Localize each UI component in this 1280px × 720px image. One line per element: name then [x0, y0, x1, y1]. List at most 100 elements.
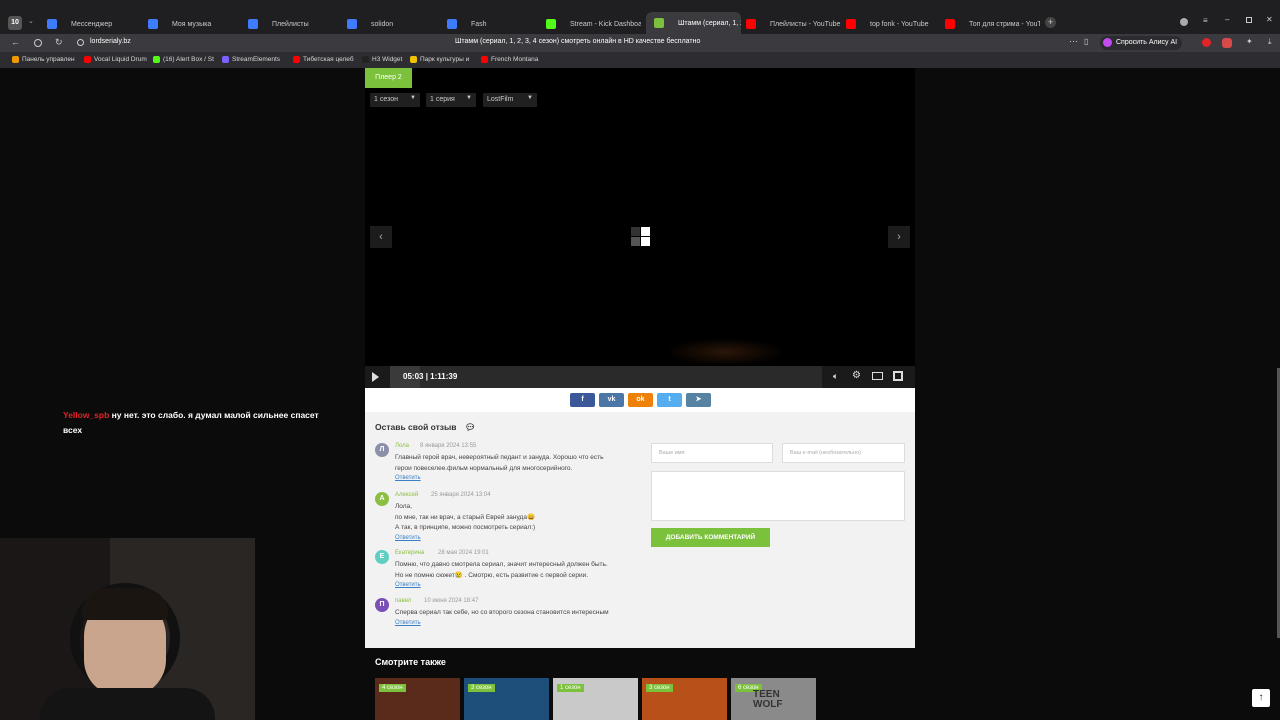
loading-spinner-icon	[630, 226, 652, 248]
url-field[interactable]: lordserialy.bz	[90, 38, 131, 45]
comments-section: Оставь свой отзыв 💬︎ Л Лола 8 января 2024 …	[365, 412, 915, 648]
vk-share-button[interactable]: vk	[599, 393, 624, 407]
reply-link[interactable]: Ответить	[395, 475, 421, 481]
player-controls: 05:03 | 1:11:39 🔈︎ ⚙︎	[365, 366, 915, 388]
bookmark-icon	[362, 56, 369, 63]
browser-tab[interactable]: solidon	[347, 14, 442, 34]
reply-link[interactable]: Ответить	[395, 582, 421, 588]
chevron-down-icon[interactable]: ⌄	[28, 17, 34, 25]
prev-arrow-button[interactable]: ‹	[370, 226, 392, 248]
tab-favicon-icon	[945, 19, 955, 29]
browser-tab[interactable]: top fonk - YouTube	[846, 14, 941, 34]
stream-chat-message: Yellow_spb ну нет. это слабо. я думал ма…	[63, 408, 323, 438]
bookmark-label: Парк культуры и	[420, 56, 470, 63]
more-icon[interactable]: ⋯	[1069, 36, 1078, 47]
shield-icon[interactable]	[34, 39, 42, 47]
similar-item[interactable]: 6 сезон TEEN WOLF	[731, 678, 816, 720]
voice-value: LostFilm	[487, 96, 514, 103]
season-select[interactable]: 1 сезон ▼	[370, 93, 420, 107]
menu-icon[interactable]: ≡	[1203, 16, 1208, 25]
reply-link[interactable]: Ответить	[395, 620, 421, 626]
bookmark-item[interactable]: Панель управлен	[12, 56, 75, 63]
email-input[interactable]: Ваш e-mail (необязательно)	[782, 443, 905, 463]
back-icon[interactable]: ←	[11, 37, 20, 47]
bookmark-item[interactable]: H3 Widget	[362, 56, 402, 63]
minimize-icon[interactable]: –	[1225, 15, 1229, 24]
scroll-top-button[interactable]: ↑	[1252, 689, 1270, 707]
name-input[interactable]: Ваше имя	[651, 443, 773, 463]
episode-select[interactable]: 1 серия ▼	[426, 93, 476, 107]
similar-item[interactable]: 4 сезон	[375, 678, 460, 720]
bookmark-item[interactable]: Тибетская целеб	[293, 56, 354, 63]
bookmark-item[interactable]: (16) Alert Box / St	[153, 56, 214, 63]
tab-label: Stream - Kick Dashboard	[570, 20, 641, 28]
season-badge: 3 сезон	[646, 684, 673, 692]
comment-line: А так, в принципе, можно посмотреть сери…	[395, 524, 536, 531]
comments-title: Оставь свой отзыв 💬︎	[375, 422, 476, 433]
alice-label: Спросить Алису AI	[1116, 39, 1178, 46]
alice-icon	[1103, 38, 1112, 47]
time-display: 05:03 | 1:11:39	[403, 372, 457, 381]
puzzle-icon[interactable]: ✦	[1246, 37, 1253, 46]
bookmark-item[interactable]: French Montana	[481, 56, 538, 63]
similar-item[interactable]: 1 сезон	[553, 678, 638, 720]
voice-select[interactable]: LostFilm ▼	[483, 93, 537, 107]
restore-icon[interactable]	[1246, 17, 1252, 23]
add-comment-button[interactable]: ДОБАВИТЬ КОММЕНТАРИЙ	[651, 528, 770, 547]
close-icon[interactable]: ✕	[1266, 15, 1273, 24]
bookmark-icon	[12, 56, 19, 63]
comment-line: Главный герой врач, невероятный педант и…	[395, 454, 604, 461]
facebook-share-button[interactable]: f	[570, 393, 595, 407]
bookmark-icon	[222, 56, 229, 63]
webcam-overlay	[0, 538, 255, 720]
tab-counter[interactable]: 10	[8, 16, 22, 30]
browser-tab[interactable]: Штамм (сериал, 1, 2, 3	[646, 12, 741, 34]
episode-value: 1 серия	[430, 96, 455, 103]
extension-icon[interactable]	[1202, 38, 1211, 47]
extension-icon-2[interactable]	[1222, 38, 1232, 48]
browser-tab-bar: 10 ⌄ Мессенджер Моя музыка Плейлисты solido…	[0, 0, 1280, 34]
download-icon[interactable]: ⤓	[1268, 37, 1272, 47]
alice-button[interactable]: Спросить Алису AI	[1100, 36, 1183, 50]
reload-icon[interactable]: ↻	[55, 37, 63, 48]
volume-icon[interactable]: 🔈︎	[833, 371, 838, 382]
avatar: П	[375, 598, 389, 612]
tab-favicon-icon	[347, 19, 357, 29]
bookmark-label: Vocal Liquid Drum	[94, 56, 147, 63]
comment-author: павел	[395, 598, 412, 604]
similar-item[interactable]: 3 сезон	[642, 678, 727, 720]
browser-tab[interactable]: Плейлисты	[248, 14, 343, 34]
browser-tab[interactable]: Мессенджер	[47, 14, 142, 34]
streamer-shirt	[40, 688, 215, 720]
browser-tab[interactable]: Stream - Kick Dashboard	[546, 14, 641, 34]
comment-text: Лола, по мне, так ни врач, а старый Еврей…	[395, 502, 645, 534]
profile-icon[interactable]	[1180, 18, 1188, 26]
browser-tab[interactable]: Плейлисты - YouTube	[746, 14, 841, 34]
fullscreen-icon[interactable]	[893, 371, 903, 381]
play-icon[interactable]	[372, 372, 379, 382]
twitter-share-button[interactable]: t	[657, 393, 682, 407]
player-tab[interactable]: Плеер 2	[365, 68, 412, 88]
bookmark-item[interactable]: Парк культуры и	[410, 56, 469, 63]
video-player[interactable]: Плеер 2 1 сезон ▼ 1 серия ▼ LostFilm ▼ ‹…	[365, 68, 915, 388]
reply-link[interactable]: Ответить	[395, 535, 421, 541]
pip-icon[interactable]	[872, 372, 883, 380]
similar-item[interactable]: 3 сезон	[464, 678, 549, 720]
bookmark-item[interactable]: Vocal Liquid Drum	[84, 56, 147, 63]
browser-tab[interactable]: Fash	[447, 14, 542, 34]
settings-icon[interactable]: ⚙︎	[852, 370, 861, 381]
next-arrow-button[interactable]: ›	[888, 226, 910, 248]
browser-tab[interactable]: Топ для стрима - YouTub	[945, 14, 1040, 34]
tab-label: Плейлисты - YouTube	[770, 20, 841, 28]
comment-textarea[interactable]	[651, 471, 905, 521]
ok-share-button[interactable]: ok	[628, 393, 653, 407]
bookmark-icon[interactable]: ▯	[1084, 37, 1088, 46]
tab-favicon-icon	[148, 19, 158, 29]
new-tab-button[interactable]: +	[1045, 17, 1056, 28]
browser-tab[interactable]: Моя музыка	[148, 14, 243, 34]
bookmark-item[interactable]: StreamElements	[222, 56, 280, 63]
comment-line: Лола,	[395, 503, 412, 510]
share-bar: f vk ok t ➤	[365, 388, 915, 412]
telegram-share-button[interactable]: ➤	[686, 393, 711, 407]
tab-favicon-icon	[746, 19, 756, 29]
